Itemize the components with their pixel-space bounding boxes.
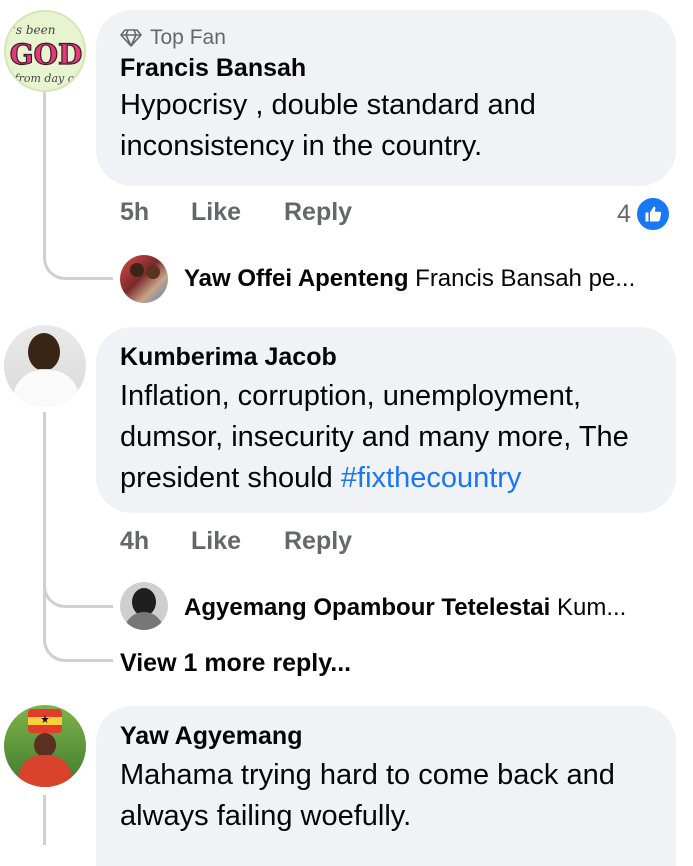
like-button[interactable]: Like <box>191 527 241 556</box>
reply-button[interactable]: Reply <box>284 198 352 227</box>
svg-text:from day on: from day on <box>14 72 82 85</box>
svg-text:GOD: GOD <box>10 38 83 71</box>
thread-connector <box>43 580 113 662</box>
comment-timestamp[interactable]: 5h <box>120 198 149 227</box>
god-logo-image: 's been GOD from day on <box>9 23 83 85</box>
avatar-agyemang-opambour-tetelestai[interactable] <box>120 582 168 630</box>
reply-preview[interactable]: Agyemang Opambour Tetelestai Kum... <box>184 594 626 622</box>
top-fan-badge: Top Fan <box>120 26 652 50</box>
badge-label: Top Fan <box>150 26 226 49</box>
comment-bubble[interactable]: Yaw Agyemang Mahama trying hard to come … <box>96 706 676 866</box>
avatar-yaw-agyemang[interactable] <box>4 705 86 787</box>
comment-bubble[interactable]: Top Fan Francis Bansah Hypocrisy , doubl… <box>96 10 676 186</box>
svg-text:'s been: 's been <box>13 23 56 37</box>
comment-text: Mahama trying hard to come back and alwa… <box>120 759 615 832</box>
thread-connector <box>43 230 113 280</box>
comment-author[interactable]: Yaw Agyemang <box>120 722 652 751</box>
reply-preview[interactable]: Yaw Offei Apenteng Francis Bansah pe... <box>184 265 635 293</box>
thread-line <box>43 795 46 845</box>
reply-button[interactable]: Reply <box>284 527 352 556</box>
comment-bubble[interactable]: Kumberima Jacob Inflation, corruption, u… <box>96 327 676 513</box>
reaction-count: 4 <box>617 199 631 228</box>
comment-author[interactable]: Kumberima Jacob <box>120 343 652 372</box>
thumbs-up-icon <box>634 196 671 232</box>
reaction-summary[interactable]: 4 <box>617 196 671 232</box>
hashtag-link[interactable]: #fixthecountry <box>341 462 522 494</box>
reply-author[interactable]: Yaw Offei Apenteng <box>184 265 408 292</box>
avatar-kumberima-jacob[interactable] <box>4 325 86 407</box>
comment-author[interactable]: Francis Bansah <box>120 54 652 83</box>
reply-author[interactable]: Agyemang Opambour Tetelestai <box>184 594 550 621</box>
thread-line <box>43 92 46 252</box>
comment-text: Inflation, corruption, unemployment, dum… <box>120 376 652 499</box>
avatar-francis-bansah[interactable]: 's been GOD from day on <box>4 10 86 92</box>
comment-timestamp[interactable]: 4h <box>120 527 149 556</box>
like-button[interactable]: Like <box>191 198 241 227</box>
reply-text: Kum... <box>556 594 627 621</box>
diamond-icon <box>120 29 142 47</box>
reply-text: Francis Bansah pe... <box>415 265 636 292</box>
thread-line <box>43 412 46 582</box>
avatar-yaw-offei-apenteng[interactable] <box>120 255 168 303</box>
view-more-replies-link[interactable]: View 1 more reply... <box>120 649 351 678</box>
comment-text: Hypocrisy , double standard and inconsis… <box>120 89 536 162</box>
